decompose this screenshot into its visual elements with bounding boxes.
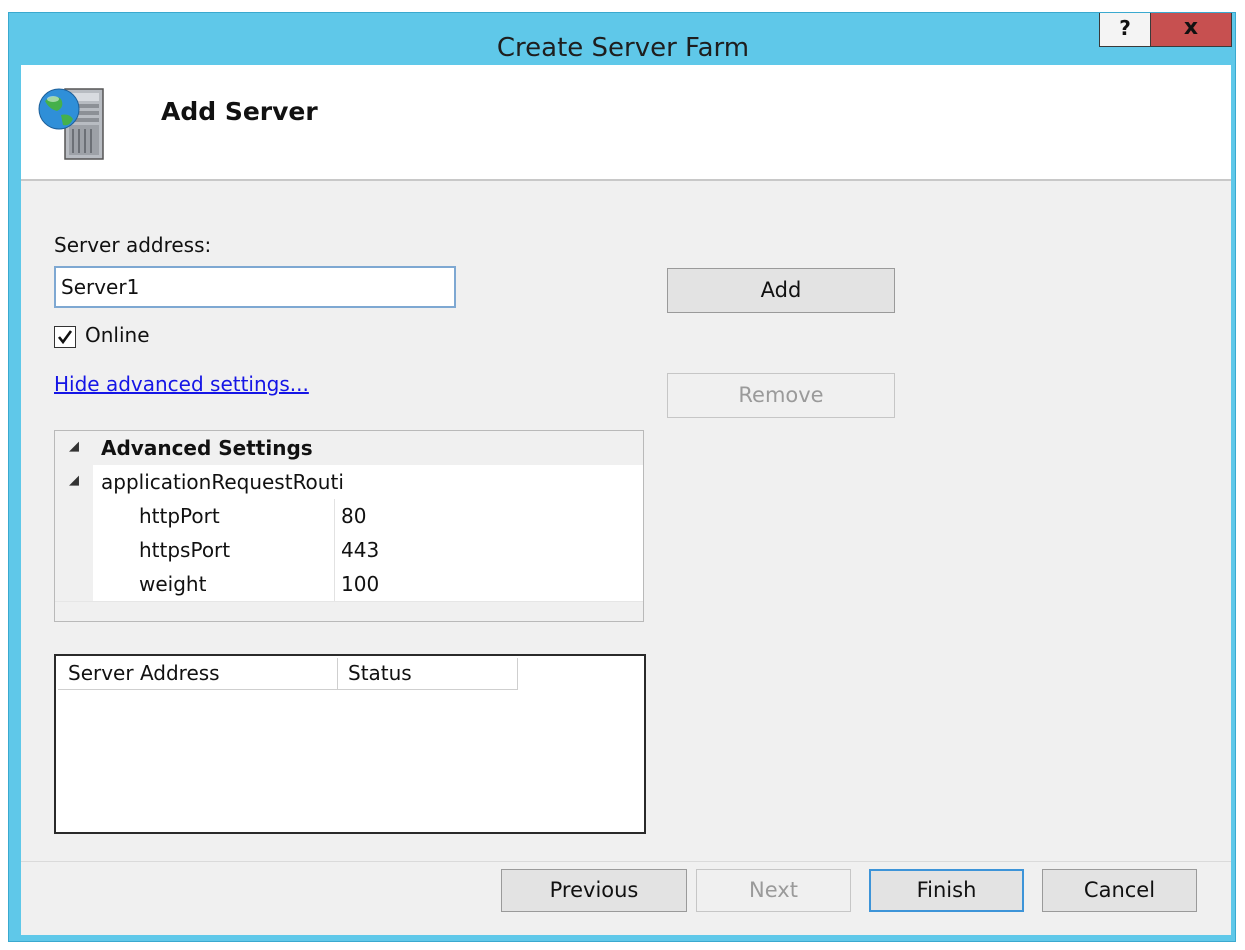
previous-button[interactable]: Previous	[501, 869, 687, 912]
property-value[interactable]: 80	[341, 504, 366, 528]
property-value[interactable]: 443	[341, 538, 379, 562]
cancel-button[interactable]: Cancel	[1042, 869, 1197, 912]
online-checkbox[interactable]	[54, 326, 76, 348]
server-list[interactable]: Server Address Status	[54, 654, 646, 834]
hide-advanced-settings-link[interactable]: Hide advanced settings...	[54, 372, 309, 396]
advanced-settings-grid[interactable]: ◢ Advanced Settings ◢ applicationRequest…	[54, 430, 644, 622]
server-address-label: Server address:	[54, 233, 212, 257]
property-row[interactable]: httpsPort 443	[55, 533, 643, 568]
online-label: Online	[85, 323, 150, 347]
property-name: httpsPort	[139, 538, 231, 562]
footer-divider	[21, 861, 1231, 862]
close-button[interactable]: x	[1150, 13, 1232, 47]
property-name: weight	[139, 572, 207, 596]
column-header-server-address[interactable]: Server Address	[58, 658, 338, 690]
server-globe-icon	[38, 88, 104, 160]
property-row[interactable]: httpPort 80	[55, 499, 643, 534]
dialog-content: Add Server Server address: Online Hide a…	[21, 65, 1231, 935]
add-button[interactable]: Add	[667, 268, 895, 313]
property-row[interactable]: weight 100	[55, 567, 643, 602]
finish-button[interactable]: Finish	[869, 869, 1024, 912]
collapse-arrow-icon[interactable]: ◢	[69, 439, 79, 454]
property-name: httpPort	[139, 504, 220, 528]
column-header-status[interactable]: Status	[338, 658, 518, 690]
wizard-header: Add Server	[21, 65, 1231, 181]
dialog-window: Create Server Farm ? x Add Server Server…	[8, 12, 1236, 942]
section-row[interactable]: ◢ Advanced Settings	[55, 431, 643, 465]
property-value[interactable]: 100	[341, 572, 379, 596]
collapse-arrow-icon[interactable]: ◢	[69, 473, 79, 488]
group-name: applicationRequestRouti	[101, 470, 344, 494]
group-row[interactable]: ◢ applicationRequestRouti	[55, 465, 643, 499]
help-button[interactable]: ?	[1099, 13, 1151, 47]
server-address-input[interactable]	[54, 266, 456, 308]
section-title: Advanced Settings	[101, 436, 313, 460]
page-title: Add Server	[161, 97, 318, 126]
next-button[interactable]: Next	[696, 869, 851, 912]
window-title: Create Server Farm	[496, 33, 750, 63]
remove-button[interactable]: Remove	[667, 373, 895, 418]
checkmark-icon	[57, 330, 73, 345]
